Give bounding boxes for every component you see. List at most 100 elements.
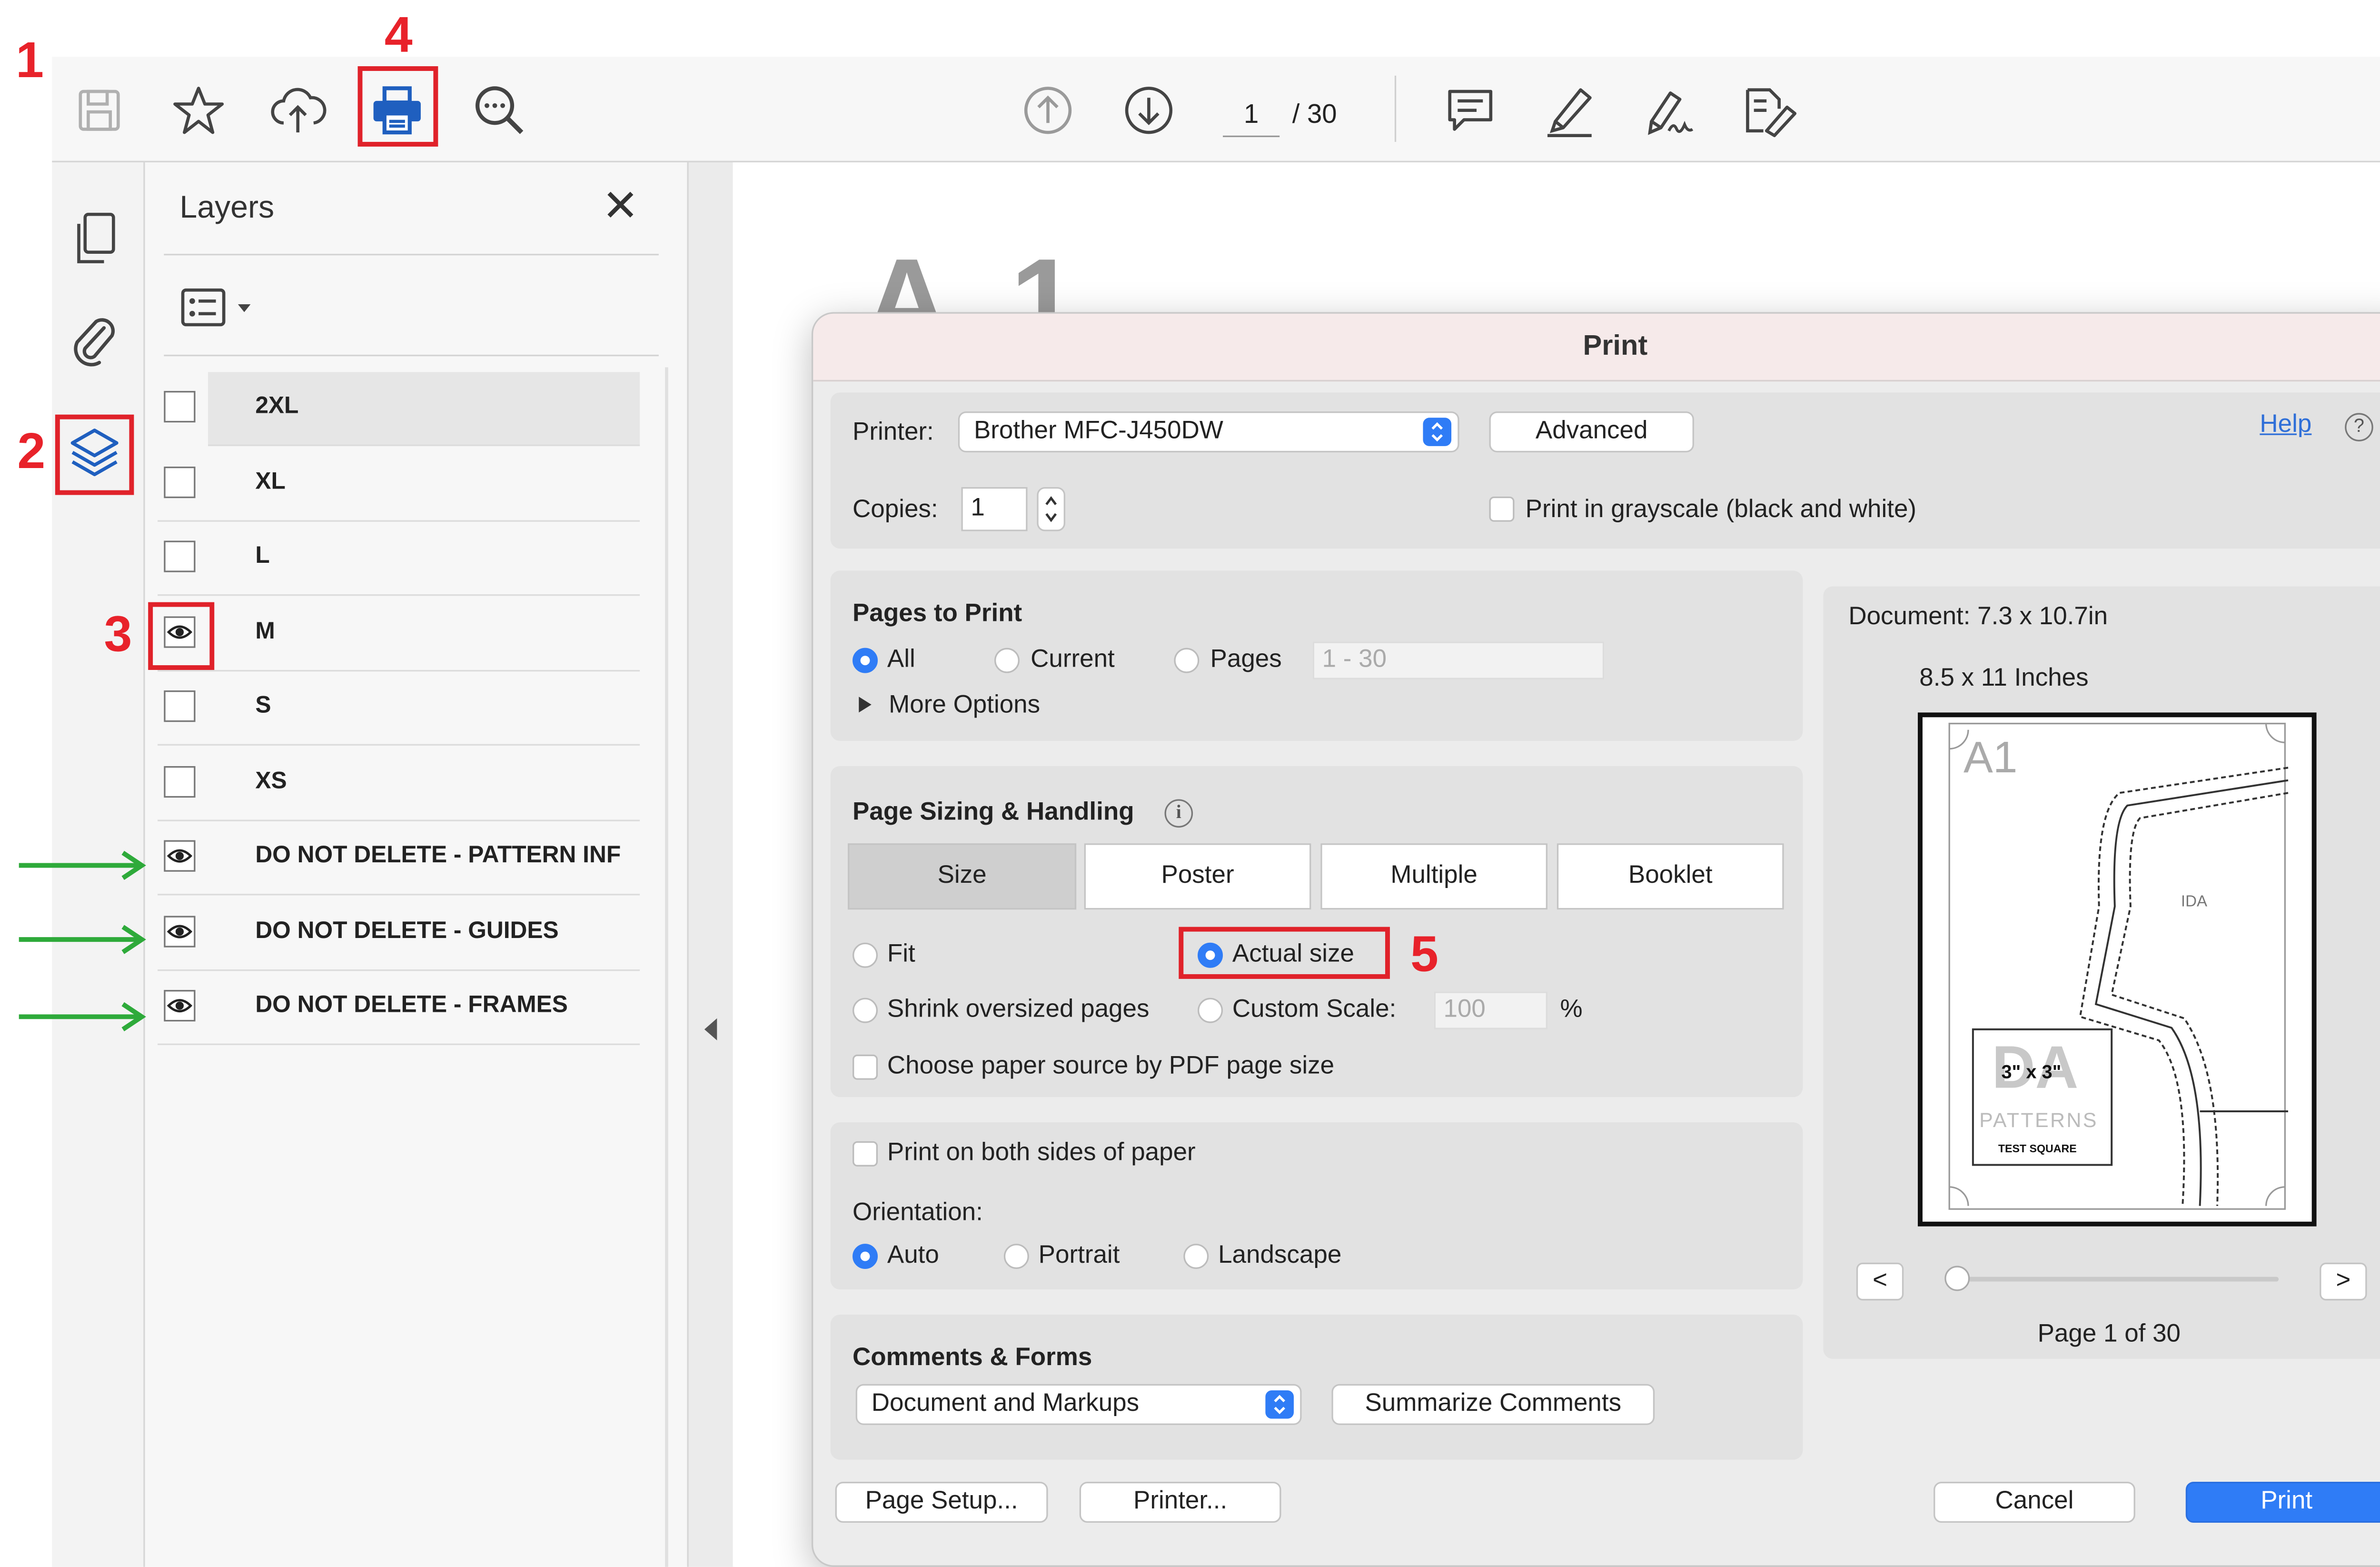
page-down-icon[interactable]: [1117, 79, 1180, 142]
layer-visibility-checkbox[interactable]: [164, 690, 196, 722]
redact-icon[interactable]: [1738, 79, 1801, 142]
pages-to-print-title: Pages to Print: [853, 600, 1022, 628]
document-size-label: Document: 7.3 x 10.7in: [1848, 603, 2108, 631]
orientation-auto-radio[interactable]: [853, 1244, 878, 1269]
preview-inner-mark: IDA: [2181, 894, 2208, 911]
tab-multiple[interactable]: Multiple: [1320, 843, 1548, 910]
comments-forms-value: Document and Markups: [871, 1390, 1140, 1417]
preview-page-indicator: Page 1 of 30: [2037, 1321, 2181, 1348]
layer-row[interactable]: XL: [158, 447, 640, 521]
layer-row[interactable]: L: [158, 522, 640, 596]
sign-icon[interactable]: [1637, 79, 1700, 142]
grayscale-checkbox[interactable]: [1489, 496, 1515, 522]
print-icon-highlight: [357, 66, 438, 147]
comments-forms-select[interactable]: Document and Markups: [855, 1384, 1302, 1425]
page-up-icon[interactable]: [1016, 79, 1079, 142]
orientation-label: Orientation:: [853, 1199, 983, 1227]
layers-header-divider: [164, 254, 659, 256]
info-icon[interactable]: i: [1164, 799, 1193, 828]
printer-button[interactable]: Printer...: [1079, 1481, 1281, 1523]
paper-source-checkbox[interactable]: [853, 1054, 878, 1080]
custom-scale-input[interactable]: 100: [1434, 991, 1548, 1029]
layers-title: Layers: [179, 190, 275, 226]
layer-visibility-checkbox[interactable]: [164, 765, 196, 797]
layer-row[interactable]: DO NOT DELETE - FRAMES: [158, 971, 640, 1045]
step-2-marker: 2: [17, 422, 46, 479]
layer-visibility-checkbox[interactable]: [164, 466, 196, 498]
cloud-upload-icon[interactable]: [266, 79, 329, 142]
all-pages-radio[interactable]: [853, 648, 878, 673]
percent-label: %: [1560, 996, 1583, 1023]
print-button[interactable]: Print: [2185, 1481, 2380, 1523]
grayscale-label: Print in grayscale (black and white): [1525, 496, 1917, 524]
layer-visibility-eye-icon[interactable]: [164, 990, 196, 1022]
actual-size-highlight: [1179, 927, 1390, 979]
tab-poster[interactable]: Poster: [1084, 843, 1311, 910]
layers-scrollbar[interactable]: [665, 367, 668, 1567]
help-icon[interactable]: ?: [2345, 413, 2373, 441]
orientation-landscape-radio[interactable]: [1183, 1244, 1209, 1269]
current-page-input[interactable]: 1: [1223, 95, 1280, 138]
layer-visibility-eye-icon[interactable]: [164, 840, 196, 872]
star-icon[interactable]: [167, 79, 230, 142]
step-5-marker: 5: [1410, 925, 1438, 982]
layer-name: L: [255, 542, 270, 569]
shrink-oversized-radio[interactable]: [853, 998, 878, 1023]
fit-label: Fit: [887, 941, 915, 968]
tab-size[interactable]: Size: [848, 843, 1077, 910]
layer-visibility-eye-icon[interactable]: [164, 915, 196, 947]
layer-row[interactable]: DO NOT DELETE - PATTERN INF: [158, 821, 640, 896]
both-sides-checkbox[interactable]: [853, 1141, 878, 1167]
current-page-radio[interactable]: [994, 648, 1020, 673]
copies-stepper[interactable]: [1037, 487, 1065, 531]
both-sides-label: Print on both sides of paper: [887, 1139, 1196, 1167]
shrink-oversized-label: Shrink oversized pages: [887, 996, 1150, 1023]
dialog-title: Print: [1583, 329, 1648, 361]
tab-booklet[interactable]: Booklet: [1557, 843, 1784, 910]
step-3-marker: 3: [104, 605, 132, 662]
layer-row[interactable]: 2XL: [164, 372, 640, 446]
layer-name: M: [255, 617, 275, 644]
save-icon[interactable]: [68, 79, 130, 142]
layer-row[interactable]: S: [158, 671, 640, 746]
comments-forms-title: Comments & Forms: [853, 1344, 1092, 1372]
layer-visibility-eye-icon[interactable]: [164, 615, 196, 648]
zoom-search-icon[interactable]: [468, 79, 531, 142]
orientation-portrait-radio[interactable]: [1003, 1244, 1029, 1269]
comment-icon[interactable]: [1439, 79, 1502, 142]
list-options-icon[interactable]: [179, 282, 268, 336]
layer-row[interactable]: DO NOT DELETE - GUIDES: [158, 896, 640, 970]
advanced-button[interactable]: Advanced: [1489, 411, 1694, 453]
summarize-comments-button[interactable]: Summarize Comments: [1331, 1384, 1655, 1425]
highlight-pen-icon[interactable]: [1538, 79, 1601, 142]
page-sizing-title: Page Sizing & Handling: [853, 799, 1134, 826]
copies-input[interactable]: 1: [961, 487, 1028, 531]
preview-page-slider[interactable]: [1954, 1277, 2279, 1282]
layer-name: DO NOT DELETE - PATTERN INF: [255, 841, 621, 869]
panel-collapse-bar[interactable]: [687, 162, 734, 1567]
printer-select[interactable]: Brother MFC-J450DW: [958, 411, 1459, 453]
layer-row[interactable]: M: [158, 597, 640, 671]
layer-visibility-checkbox[interactable]: [164, 540, 196, 572]
layer-visibility-checkbox[interactable]: [164, 391, 196, 423]
page-setup-button[interactable]: Page Setup...: [835, 1481, 1048, 1523]
chevron-up-down-icon: [1423, 418, 1452, 446]
close-icon[interactable]: ✕: [602, 184, 639, 229]
preview-prev-button[interactable]: <: [1856, 1262, 1904, 1301]
fit-radio[interactable]: [853, 942, 878, 968]
layer-row[interactable]: XS: [158, 747, 640, 821]
preview-slider-handle[interactable]: [1944, 1266, 1970, 1291]
disclosure-triangle-icon[interactable]: [857, 695, 873, 714]
pages-range-input[interactable]: 1 - 30: [1312, 641, 1605, 679]
pages-range-radio[interactable]: [1174, 648, 1200, 673]
more-options-label[interactable]: More Options: [889, 692, 1040, 720]
pages-icon[interactable]: [68, 210, 121, 266]
cancel-button[interactable]: Cancel: [1934, 1481, 2135, 1523]
preview-page-label: A1: [1964, 733, 2018, 782]
custom-scale-radio[interactable]: [1198, 998, 1223, 1023]
attachment-icon[interactable]: [68, 312, 121, 369]
preview-next-button[interactable]: >: [2320, 1262, 2367, 1301]
help-link[interactable]: Help: [2260, 411, 2311, 440]
green-arrow-icon: [19, 850, 146, 880]
preview-test-square-size: 3" x 3": [2001, 1061, 2062, 1083]
